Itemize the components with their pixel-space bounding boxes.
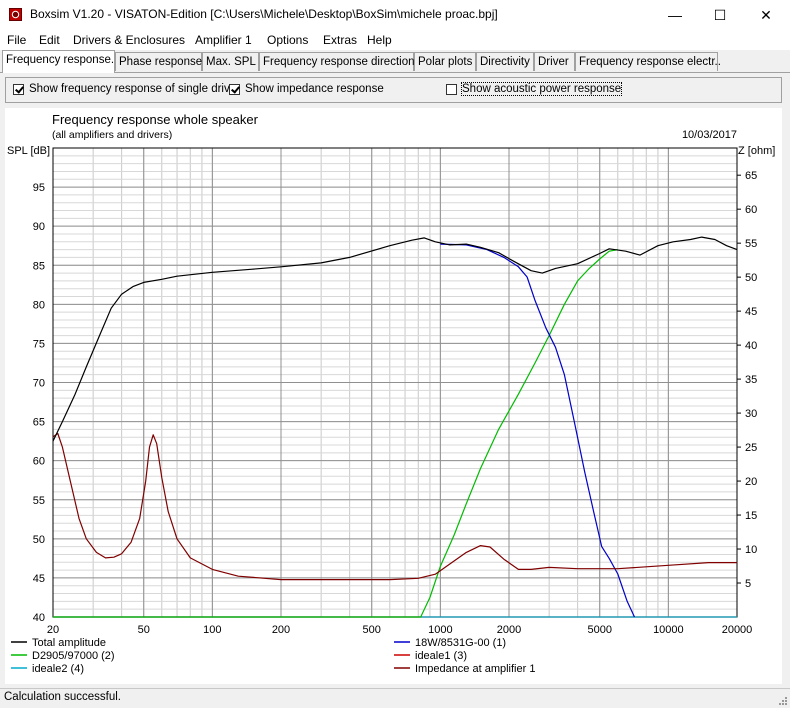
legend-label: Total amplitude: [32, 637, 106, 649]
y2-tick-label: 20: [745, 476, 757, 488]
y2-tick-label: 25: [745, 442, 757, 454]
status-text: Calculation successful.: [4, 691, 121, 703]
x-tick-label: 1000: [428, 624, 452, 636]
y-axis-label: SPL [dB]: [7, 145, 50, 157]
legend-label: ideale2 (4): [32, 663, 84, 675]
menu-options[interactable]: Options: [267, 33, 308, 47]
frequency-response-chart[interactable]: 20 50 100 200 500 1000 2000 5000 10000 20000 40 45 5…: [5, 108, 782, 684]
status-bar: Calculation successful.: [0, 688, 790, 708]
x-tick-label: 500: [363, 624, 381, 636]
x-tick-label: 5000: [587, 624, 611, 636]
options-bar: Show frequency response of single drive …: [5, 77, 782, 103]
chart-title: Frequency response whole speaker: [52, 112, 259, 127]
legend-label: D2905/97000 (2): [32, 650, 115, 662]
checkbox-checked-icon: [13, 83, 24, 95]
resize-grip-icon[interactable]: [778, 696, 788, 706]
y2-tick-label: 30: [745, 408, 757, 420]
series-line-6: [52, 432, 737, 581]
y-tick-label: 90: [33, 221, 45, 233]
checkbox-checked-icon: [229, 83, 240, 95]
tab-driver[interactable]: Driver: [534, 52, 575, 71]
x-tick-label: 10000: [653, 624, 684, 636]
menu-file[interactable]: File: [7, 33, 26, 47]
legend-label: ideale1 (3): [415, 650, 467, 662]
x-tick-label: 20: [47, 624, 59, 636]
x-tick-label: 2000: [497, 624, 521, 636]
y-tick-label: 85: [33, 260, 45, 272]
y2-tick-label: 55: [745, 238, 757, 250]
maximize-button[interactable]: ☐: [697, 0, 743, 30]
x-tick-label: 50: [138, 624, 150, 636]
y-tick-label: 60: [33, 456, 45, 468]
tab-frequency-response-electr[interactable]: Frequency response electr..: [575, 52, 721, 71]
y2-axis-label: Z [ohm]: [738, 145, 775, 157]
menu-bar: File Edit Drivers & Enclosures Amplifier…: [0, 30, 790, 50]
single-drive-label: Show frequency response of single drive: [29, 83, 237, 95]
y2-tick-label: 10: [745, 544, 757, 556]
boxsim-app-icon: [9, 8, 22, 21]
chart-date: 10/03/2017: [682, 129, 737, 141]
y2-tick-label: 40: [745, 340, 757, 352]
y-tick-label: 45: [33, 573, 45, 585]
menu-drivers-enclosures[interactable]: Drivers & Enclosures: [73, 33, 185, 47]
impedance-checkbox[interactable]: Show impedance response: [229, 83, 384, 95]
y-tick-label: 55: [33, 495, 45, 507]
tab-directivity[interactable]: Directivity: [476, 52, 534, 71]
y-tick-label: 65: [33, 417, 45, 429]
y2-tick-label: 15: [745, 510, 757, 522]
y2-tick-label: 5: [745, 578, 751, 590]
menu-amplifier-1[interactable]: Amplifier 1: [195, 33, 252, 47]
tab-bar: Frequency response. Phase response Max. …: [0, 50, 790, 73]
y2-tick-label: 60: [745, 204, 757, 216]
tab-max-spl[interactable]: Max. SPL: [202, 52, 259, 71]
acoustic-power-checkbox[interactable]: Show acoustic power response: [446, 82, 623, 96]
close-button[interactable]: ✕: [743, 0, 789, 30]
single-drive-checkbox[interactable]: Show frequency response of single drive: [13, 83, 236, 95]
impedance-label: Show impedance response: [245, 83, 384, 95]
x-tick-label: 200: [272, 624, 290, 636]
x-tick-label: 100: [203, 624, 221, 636]
x-tick-label: 20000: [722, 624, 753, 636]
plot-panel: 20 50 100 200 500 1000 2000 5000 10000 20000 40 45 5…: [5, 108, 782, 684]
y-tick-label: 95: [33, 182, 45, 194]
series-line-1: [52, 236, 738, 442]
menu-edit[interactable]: Edit: [39, 33, 60, 47]
tab-polar-plots[interactable]: Polar plots: [414, 52, 476, 71]
y-tick-label: 75: [33, 338, 45, 350]
y-tick-label: 70: [33, 378, 45, 390]
y-tick-label: 80: [33, 299, 45, 311]
tab-phase-response[interactable]: Phase response: [115, 52, 202, 71]
title-bar: Boxsim V1.20 - VISATON-Edition [C:\Users…: [0, 0, 790, 30]
window-title: Boxsim V1.20 - VISATON-Edition [C:\Users…: [30, 7, 498, 21]
y-tick-label: 40: [33, 612, 45, 624]
y2-tick-label: 45: [745, 306, 757, 318]
y2-tick-label: 35: [745, 374, 757, 386]
menu-extras[interactable]: Extras: [323, 33, 357, 47]
chart-subtitle: (all amplifiers and drivers): [52, 129, 172, 141]
tab-frequency-response-directions[interactable]: Frequency response directions: [259, 52, 420, 71]
y2-tick-label: 50: [745, 272, 757, 284]
checkbox-unchecked-icon: [446, 83, 457, 95]
acoustic-power-label: Show acoustic power response: [460, 82, 623, 96]
series-line-2: [440, 243, 636, 618]
tab-frequency-response[interactable]: Frequency response.: [2, 50, 115, 73]
minimize-button[interactable]: —: [652, 0, 698, 30]
legend-label: 18W/8531G-00 (1): [415, 637, 506, 649]
y2-tick-label: 65: [745, 170, 757, 182]
legend-label: Impedance at amplifier 1: [415, 663, 535, 675]
menu-help[interactable]: Help: [367, 33, 392, 47]
y-tick-label: 50: [33, 534, 45, 546]
